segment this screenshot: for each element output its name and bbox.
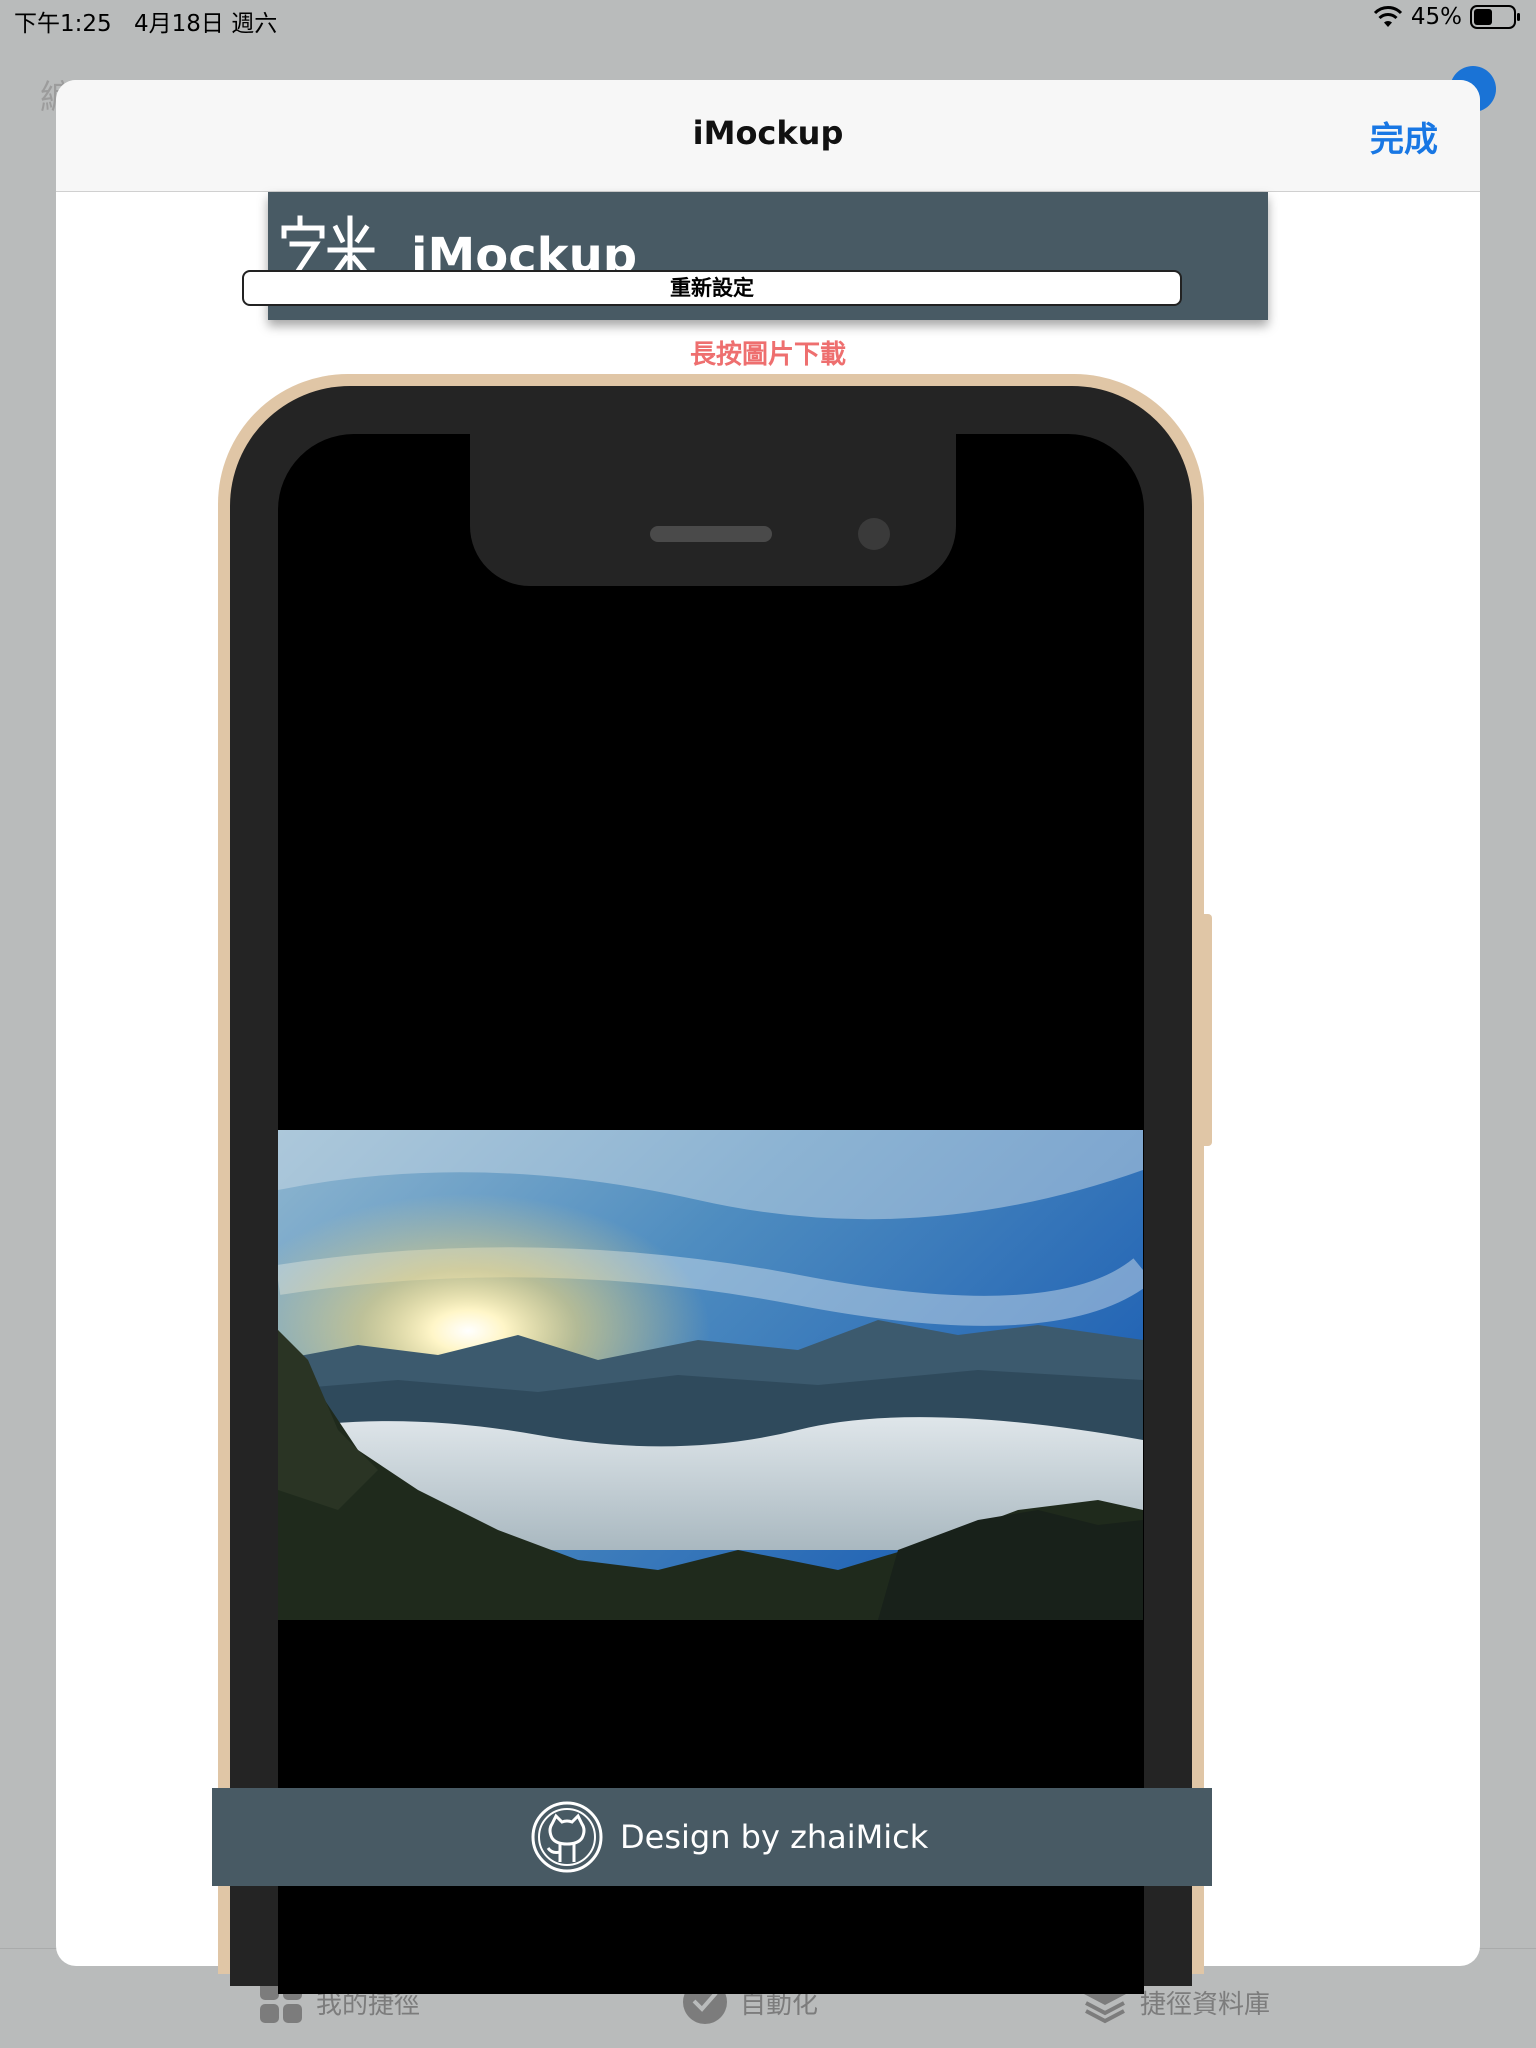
power-button	[1200, 914, 1212, 1146]
status-time: 下午1:25	[14, 11, 112, 37]
speaker-grille	[650, 526, 772, 542]
download-hint: 長按圖片下載	[689, 340, 846, 370]
web-footer: Design by zhaiMick	[212, 1788, 1212, 1886]
status-bar: 下午1:25 4月18日 週六 45%	[0, 0, 1536, 40]
status-indicators: 45%	[1373, 4, 1522, 30]
mockup-image[interactable]	[278, 1130, 1143, 1620]
tab-label: 捷徑資料庫	[1140, 1989, 1271, 2020]
front-camera	[858, 518, 890, 550]
battery-percent: 45%	[1410, 4, 1462, 30]
phone-notch	[470, 418, 956, 586]
done-button[interactable]: 完成	[1370, 112, 1438, 161]
sheet-nav-bar: iMockup 完成	[56, 80, 1480, 192]
wifi-icon	[1373, 6, 1402, 27]
reset-button[interactable]: 重新設定	[242, 270, 1182, 306]
footer-credit: Design by zhaiMick	[620, 1818, 929, 1856]
sheet-title: iMockup	[692, 114, 844, 152]
github-icon[interactable]	[530, 1800, 604, 1874]
status-date: 4月18日 週六	[134, 11, 278, 37]
battery-icon	[1470, 5, 1520, 29]
